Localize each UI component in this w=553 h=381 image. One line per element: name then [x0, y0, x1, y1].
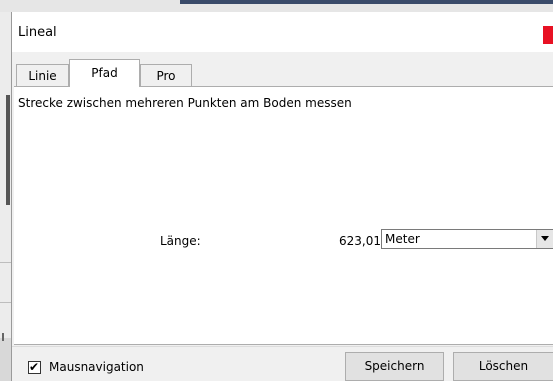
ruler-dialog: Lineal Linie Pfad Pro Strecke zwischen m… [11, 12, 553, 381]
mouse-navigation-checkbox[interactable]: ✔ [28, 360, 41, 374]
title-bar[interactable]: Lineal [12, 12, 553, 52]
mouse-navigation-label[interactable]: Mausnavigation [49, 360, 144, 374]
unit-selected-value: Meter [385, 232, 420, 246]
tab-pfad[interactable]: Pfad [69, 59, 140, 87]
window-title: Lineal [18, 25, 57, 40]
background-panel [0, 338, 11, 381]
tab-label: Pfad [91, 66, 118, 80]
save-button[interactable]: Speichern [345, 352, 444, 381]
tab-panel-pfad: Strecke zwischen mehreren Punkten am Bod… [14, 86, 553, 345]
background-window-edge [180, 0, 553, 4]
background-mark [2, 333, 4, 341]
unit-select[interactable]: Meter [381, 229, 553, 249]
tab-pro[interactable]: Pro [140, 64, 192, 86]
background-scrollbar [6, 95, 10, 205]
description-text: Strecke zwischen mehreren Punkten am Bod… [18, 96, 352, 110]
chevron-down-icon[interactable] [536, 230, 553, 248]
background-divider [0, 262, 11, 263]
tab-linie[interactable]: Linie [16, 64, 69, 86]
footer-divider [12, 346, 553, 347]
close-icon[interactable] [543, 26, 553, 44]
delete-button[interactable]: Löschen [453, 352, 553, 381]
tab-label: Linie [28, 69, 57, 83]
check-icon: ✔ [29, 360, 40, 374]
length-value: 623,01 [339, 234, 381, 248]
tab-label: Pro [156, 69, 176, 83]
length-label: Länge: [160, 234, 201, 248]
background-divider [0, 302, 11, 303]
